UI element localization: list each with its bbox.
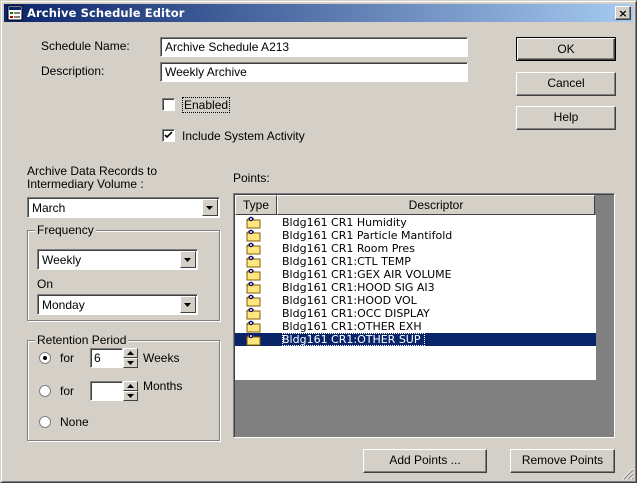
window-title: Archive Schedule Editor: [27, 6, 185, 20]
frequency-group-title: Frequency: [35, 223, 96, 237]
resize-grip-icon[interactable]: [622, 468, 634, 480]
table-row[interactable]: Bldg161 CR1:OTHER EXH: [235, 320, 596, 333]
points-label: Points:: [233, 171, 270, 185]
retention-for-label: for: [60, 351, 75, 365]
retention-for-months-radio[interactable]: [39, 385, 51, 397]
table-row[interactable]: Bldg161 CR1:HOOD SIG AI3: [235, 281, 596, 294]
schedule-name-input[interactable]: Archive Schedule A213: [160, 37, 468, 57]
point-folder-icon: [246, 255, 261, 268]
help-button[interactable]: Help: [516, 106, 616, 130]
retention-weeks-input[interactable]: 6: [90, 348, 123, 368]
enabled-checkbox[interactable]: [162, 98, 175, 111]
spin-up-icon[interactable]: [123, 348, 138, 358]
point-descriptor: Bldg161 CR1 Room Pres: [282, 242, 415, 255]
retention-for-months-label: for: [60, 384, 75, 398]
archive-schedule-app-icon: [7, 5, 23, 21]
description-label: Description:: [41, 64, 105, 78]
point-descriptor: Bldg161 CR1:HOOD VOL: [282, 294, 417, 307]
chevron-down-icon[interactable]: [180, 251, 196, 268]
retention-none-radio[interactable]: [39, 416, 51, 428]
cancel-button[interactable]: Cancel: [516, 72, 616, 96]
on-label: On: [37, 277, 54, 291]
checkmark-icon: [164, 131, 173, 139]
point-descriptor: Bldg161 CR1:GEX AIR VOLUME: [282, 268, 452, 281]
point-folder-icon: [246, 320, 261, 333]
point-folder-icon: [246, 281, 261, 294]
point-descriptor: Bldg161 CR1:OTHER EXH: [282, 320, 422, 333]
table-row[interactable]: Bldg161 CR1:OTHER SUP: [235, 333, 596, 346]
table-row[interactable]: Bldg161 CR1 Particle Mantifold: [235, 229, 596, 242]
retention-none-label: None: [60, 415, 89, 429]
column-header-descriptor[interactable]: Descriptor: [277, 195, 595, 215]
point-descriptor: Bldg161 CR1:OCC DISPLAY: [282, 307, 430, 320]
table-row[interactable]: Bldg161 CR1:HOOD VOL: [235, 294, 596, 307]
on-day-select[interactable]: Monday: [37, 294, 198, 315]
ok-button[interactable]: OK: [516, 37, 616, 61]
intermediary-volume-value: March: [32, 201, 66, 215]
spin-up-icon[interactable]: [123, 381, 138, 391]
point-descriptor: Bldg161 CR1:HOOD SIG AI3: [282, 281, 435, 294]
archive-data-label-line2: Intermediary Volume :: [27, 177, 144, 191]
point-folder-icon: [246, 268, 261, 281]
add-points-button[interactable]: Add Points ...: [363, 449, 487, 473]
frequency-value: Weekly: [42, 253, 82, 267]
archive-data-label-line1: Archive Data Records to: [27, 164, 158, 178]
retention-for-weeks-radio[interactable]: [39, 352, 51, 364]
table-row[interactable]: Bldg161 CR1:CTL TEMP: [235, 255, 596, 268]
table-row[interactable]: Bldg161 CR1:GEX AIR VOLUME: [235, 268, 596, 281]
enabled-label: Enabled: [182, 97, 231, 113]
retention-months-input[interactable]: [90, 381, 123, 401]
points-list[interactable]: Type Descriptor Bldg161 CR1 Humidity Bldg…: [233, 193, 615, 438]
intermediary-volume-select[interactable]: March: [27, 197, 220, 218]
retention-weeks-spinner[interactable]: [123, 348, 138, 368]
point-descriptor: Bldg161 CR1:CTL TEMP: [282, 255, 411, 268]
schedule-name-label: Schedule Name:: [41, 39, 130, 53]
chevron-down-icon[interactable]: [180, 296, 196, 313]
archive-schedule-editor-window: Archive Schedule Editor × Schedule Name:…: [0, 0, 637, 483]
chevron-down-icon[interactable]: [202, 199, 218, 216]
spin-down-icon[interactable]: [123, 358, 138, 368]
description-input[interactable]: Weekly Archive: [160, 62, 468, 82]
point-descriptor: Bldg161 CR1 Humidity: [282, 216, 407, 229]
retention-weeks-unit: Weeks: [143, 351, 180, 365]
point-descriptor: Bldg161 CR1:OTHER SUP: [282, 333, 425, 346]
close-button[interactable]: ×: [615, 6, 631, 20]
on-day-value: Monday: [42, 298, 85, 312]
table-row[interactable]: Bldg161 CR1:OCC DISPLAY: [235, 307, 596, 320]
table-row[interactable]: Bldg161 CR1 Room Pres: [235, 242, 596, 255]
point-folder-icon: [246, 333, 261, 346]
point-folder-icon: [246, 294, 261, 307]
include-system-activity-label: Include System Activity: [182, 129, 305, 143]
points-list-body: Bldg161 CR1 Humidity Bldg161 CR1 Particle…: [235, 215, 596, 380]
include-system-activity-checkbox[interactable]: [162, 129, 175, 142]
column-header-type[interactable]: Type: [235, 195, 277, 215]
title-bar[interactable]: Archive Schedule Editor ×: [4, 4, 633, 22]
retention-months-spinner[interactable]: [123, 381, 138, 401]
remove-points-button[interactable]: Remove Points: [510, 449, 615, 473]
point-folder-icon: [246, 229, 261, 242]
point-folder-icon: [246, 216, 261, 229]
point-folder-icon: [246, 307, 261, 320]
point-descriptor: Bldg161 CR1 Particle Mantifold: [282, 229, 453, 242]
spin-down-icon[interactable]: [123, 391, 138, 401]
table-row[interactable]: Bldg161 CR1 Humidity: [235, 216, 596, 229]
retention-period-group-title: Retention Period: [35, 333, 129, 347]
retention-months-unit: Months: [143, 379, 183, 393]
point-folder-icon: [246, 242, 261, 255]
frequency-select[interactable]: Weekly: [37, 249, 198, 270]
